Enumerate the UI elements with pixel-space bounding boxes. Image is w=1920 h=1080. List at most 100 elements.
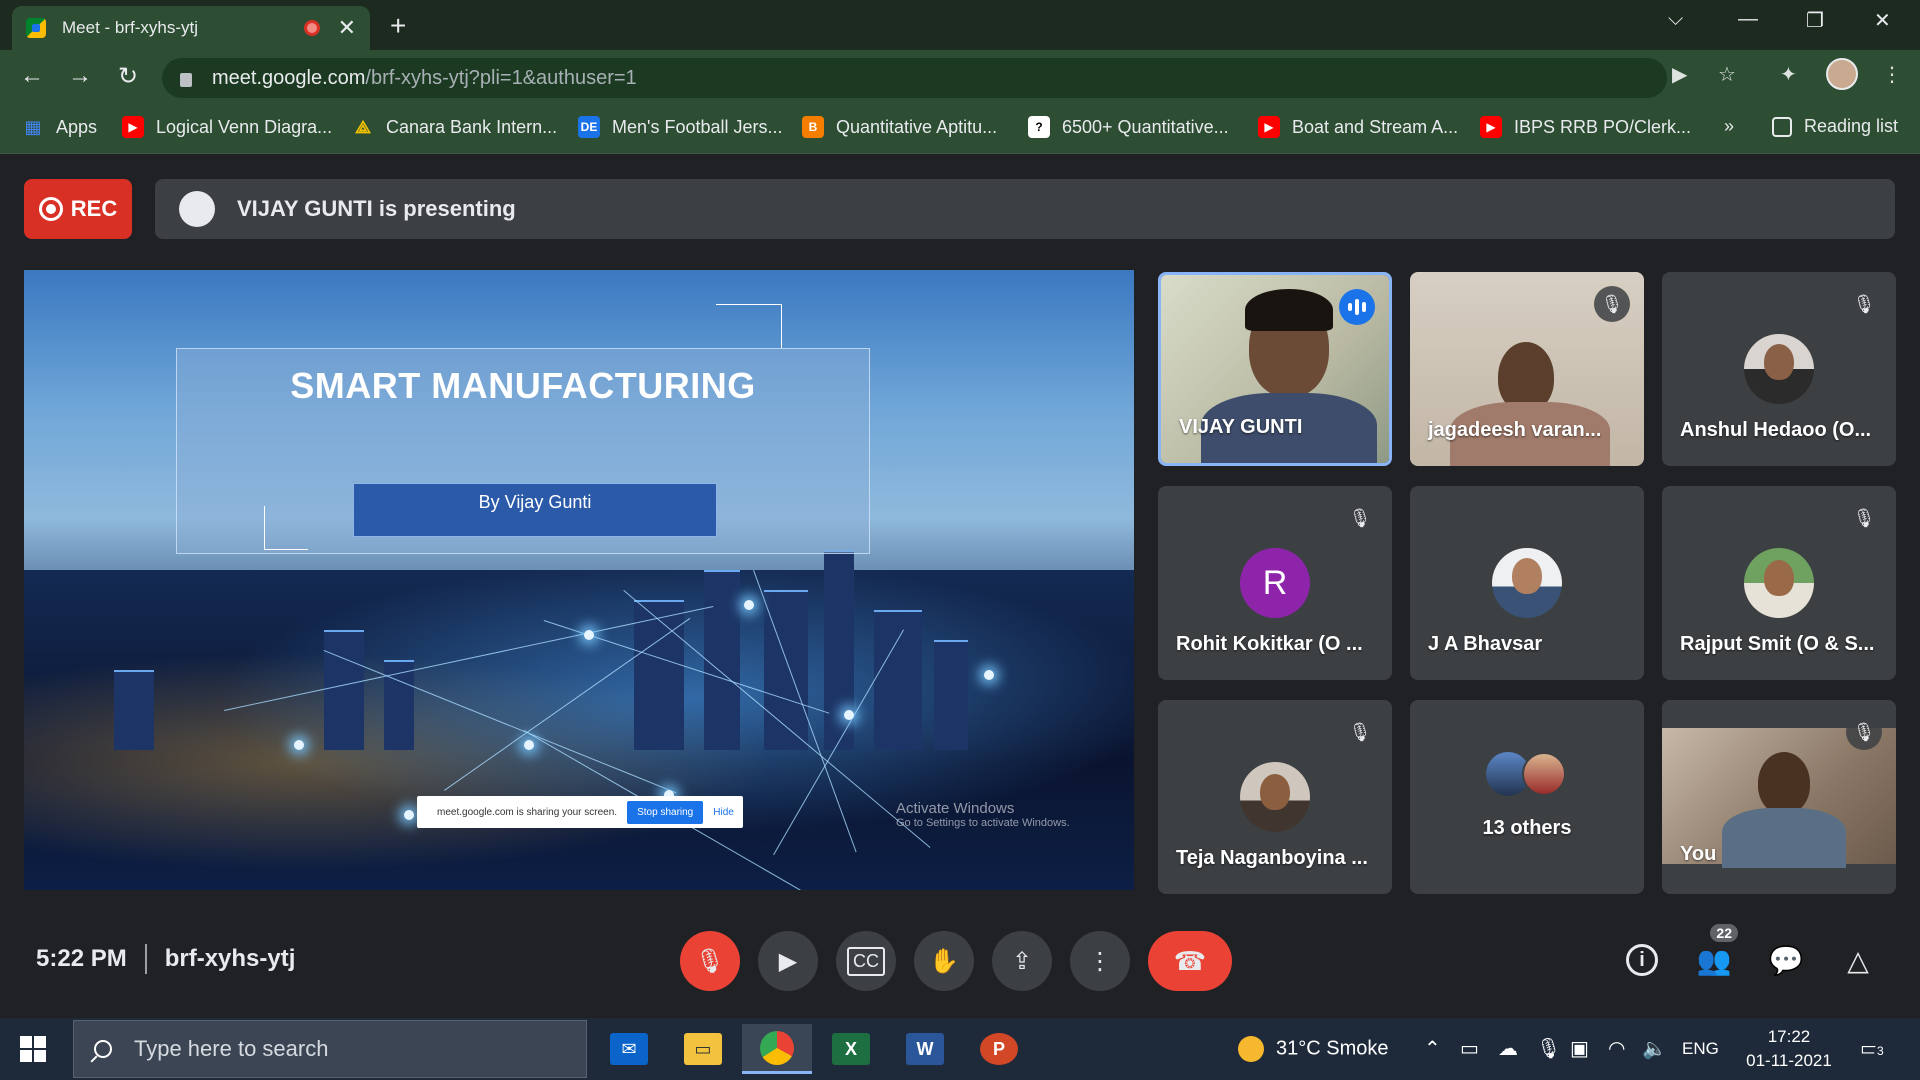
chrome-icon bbox=[760, 1030, 794, 1065]
reload-icon[interactable]: ↻ bbox=[112, 62, 144, 91]
face-shape bbox=[1764, 344, 1794, 380]
battery-icon[interactable]: ▭ bbox=[1460, 1036, 1479, 1061]
bookmark-item[interactable]: ▶ IBPS RRB PO/Clerk... bbox=[1480, 116, 1691, 138]
mail-icon: ✉ bbox=[610, 1033, 648, 1065]
meeting-details-button[interactable]: i bbox=[1620, 938, 1664, 982]
taskbar-chrome[interactable] bbox=[742, 1024, 812, 1074]
weather-text: 31°C Smoke bbox=[1276, 1037, 1389, 1060]
people-button[interactable]: 👥 22 bbox=[1692, 924, 1738, 982]
browser-tab-meet[interactable]: Meet - brf-xyhs-ytj ✕ bbox=[12, 6, 370, 50]
meeting-time: 5:22 PM bbox=[36, 945, 127, 972]
bookmark-apps[interactable]: ▦ Apps bbox=[22, 116, 97, 138]
onedrive-icon[interactable]: ☁ bbox=[1498, 1036, 1518, 1061]
microphone-toggle-button[interactable]: 🎙 bbox=[680, 931, 740, 991]
taskbar-word[interactable]: W bbox=[890, 1024, 960, 1074]
bookmark-item[interactable]: B Quantitative Aptitu... bbox=[802, 116, 997, 138]
more-options-button[interactable]: ⋮ bbox=[1070, 931, 1130, 991]
raise-hand-button[interactable]: ✋ bbox=[914, 931, 974, 991]
de-icon: DE bbox=[578, 116, 600, 138]
chat-icon: 💬 bbox=[1768, 944, 1804, 976]
search-icon bbox=[94, 1040, 112, 1058]
lock-icon[interactable] bbox=[180, 73, 192, 87]
recording-badge[interactable]: REC bbox=[24, 179, 132, 239]
bookmark-item[interactable]: ▶ Boat and Stream A... bbox=[1258, 116, 1458, 138]
volume-icon[interactable]: 🔈 bbox=[1642, 1036, 1667, 1061]
back-arrow-icon[interactable]: ← bbox=[16, 62, 48, 90]
slide-title: SMART MANUFACTURING bbox=[290, 365, 756, 406]
participant-avatar bbox=[1240, 762, 1310, 832]
participant-tile-self[interactable]: 🎙 You bbox=[1662, 700, 1896, 894]
tab-search-chevron-icon[interactable]: ⌵ bbox=[1668, 8, 1683, 31]
folder-icon: ▭ bbox=[684, 1033, 722, 1065]
bookmark-label: Apps bbox=[56, 116, 98, 137]
restore-window-icon[interactable]: ❐ bbox=[1806, 8, 1824, 33]
participant-tile[interactable]: 🎙 jagadeesh varan... bbox=[1410, 272, 1644, 466]
language-indicator[interactable]: ENG bbox=[1682, 1039, 1719, 1059]
windows-start-icon[interactable] bbox=[20, 1036, 46, 1062]
site-icon: ? bbox=[1028, 116, 1050, 138]
participant-tile-others[interactable]: 13 others bbox=[1410, 700, 1644, 894]
close-window-icon[interactable]: ✕ bbox=[1874, 8, 1891, 33]
participant-tile[interactable]: 🎙 Rajput Smit (O & S... bbox=[1662, 486, 1896, 680]
leave-call-button[interactable]: ☎ bbox=[1148, 931, 1232, 991]
bookmark-item[interactable]: ? 6500+ Quantitative... bbox=[1028, 116, 1229, 138]
url-path: /brf-xyhs-ytj?pli=1&authuser=1 bbox=[365, 66, 637, 89]
bookmark-label: Canara Bank Intern... bbox=[386, 116, 558, 137]
reading-list-button[interactable]: Reading list bbox=[1772, 116, 1898, 137]
network-node bbox=[584, 630, 594, 640]
wifi-icon[interactable]: ◠ bbox=[1608, 1036, 1625, 1061]
network-node bbox=[524, 740, 534, 750]
browser-menu-kebab-icon[interactable]: ⋮ bbox=[1882, 62, 1902, 87]
stop-sharing-button[interactable]: Stop sharing bbox=[627, 800, 704, 824]
extensions-puzzle-icon[interactable]: ✦ bbox=[1780, 62, 1797, 87]
taskbar-excel[interactable]: X bbox=[816, 1024, 886, 1074]
taskbar-powerpoint[interactable]: P bbox=[964, 1024, 1034, 1074]
profile-avatar[interactable] bbox=[1826, 58, 1858, 90]
bookmark-item[interactable]: ▶ Logical Venn Diagra... bbox=[122, 116, 332, 138]
hide-notice-link[interactable]: Hide bbox=[713, 807, 734, 818]
taskbar-mail[interactable]: ✉ bbox=[594, 1024, 664, 1074]
tab-close-icon[interactable]: ✕ bbox=[338, 15, 356, 41]
display-tray-icon[interactable]: ▣ bbox=[1570, 1036, 1589, 1061]
browser-toolbar: ← → ↻ meet.google.com/brf-xyhs-ytj?pli=1… bbox=[0, 50, 1920, 106]
address-bar[interactable]: meet.google.com/brf-xyhs-ytj?pli=1&authu… bbox=[162, 58, 1667, 98]
more-bookmarks-chevron-icon[interactable]: » bbox=[1724, 116, 1734, 137]
microphone-tray-icon[interactable]: 🎙 bbox=[1536, 1036, 1561, 1061]
tab-title: Meet - brf-xyhs-ytj bbox=[62, 18, 199, 37]
participant-tile[interactable]: 🎙 R Rohit Kokitkar (O ... bbox=[1158, 486, 1392, 680]
captions-button[interactable]: CC bbox=[836, 931, 896, 991]
participant-tile[interactable]: 🎙 Anshul Hedaoo (O... bbox=[1662, 272, 1896, 466]
taskbar-file-explorer[interactable]: ▭ bbox=[668, 1024, 738, 1074]
participant-name: jagadeesh varan... bbox=[1428, 419, 1602, 441]
mic-off-icon: 🎙 bbox=[1594, 286, 1630, 322]
participant-tile[interactable]: J A Bhavsar bbox=[1410, 486, 1644, 680]
bookmark-star-icon[interactable]: ☆ bbox=[1718, 62, 1736, 87]
participant-avatar bbox=[1492, 548, 1562, 618]
camera-in-use-icon[interactable]: ▶ bbox=[1672, 62, 1687, 87]
taskbar-date: 01-11-2021 bbox=[1746, 1051, 1832, 1070]
bookmark-item[interactable]: DE Men's Football Jers... bbox=[578, 116, 783, 138]
building-shape bbox=[324, 630, 364, 750]
participant-name: Anshul Hedaoo (O... bbox=[1680, 419, 1872, 441]
people-icon: 👥 bbox=[1696, 944, 1732, 976]
powerpoint-icon: P bbox=[980, 1033, 1018, 1065]
bookmark-item[interactable]: ⟁ Canara Bank Intern... bbox=[352, 116, 557, 138]
camera-toggle-button[interactable]: ▶ bbox=[758, 931, 818, 991]
minimize-window-icon[interactable]: — bbox=[1738, 8, 1758, 31]
info-icon: i bbox=[1626, 944, 1658, 976]
show-hidden-icons-chevron-icon[interactable]: ⌃ bbox=[1424, 1036, 1441, 1061]
participant-tile[interactable]: 🎙 Teja Naganboyina ... bbox=[1158, 700, 1392, 894]
chat-button[interactable]: 💬 bbox=[1764, 938, 1808, 982]
weather-widget[interactable]: 31°C Smoke bbox=[1238, 1036, 1389, 1062]
participant-name: Rajput Smit (O & S... bbox=[1680, 633, 1875, 655]
notification-center-icon[interactable]: ▭ 3 bbox=[1860, 1036, 1887, 1061]
notification-count: 3 bbox=[1874, 1044, 1887, 1058]
shared-screen[interactable]: SMART MANUFACTURING By Vijay Gunti meet.… bbox=[24, 270, 1134, 890]
taskbar-clock[interactable]: 17:22 01-11-2021 bbox=[1734, 1025, 1844, 1073]
forward-arrow-icon[interactable]: → bbox=[64, 62, 96, 90]
activities-button[interactable]: △ bbox=[1836, 938, 1880, 982]
participant-tile[interactable]: VIJAY GUNTI bbox=[1158, 272, 1392, 466]
taskbar-search-box[interactable]: Type here to search bbox=[73, 1020, 587, 1078]
new-tab-plus-icon[interactable]: + bbox=[390, 10, 406, 42]
present-screen-button[interactable]: ⇪ bbox=[992, 931, 1052, 991]
